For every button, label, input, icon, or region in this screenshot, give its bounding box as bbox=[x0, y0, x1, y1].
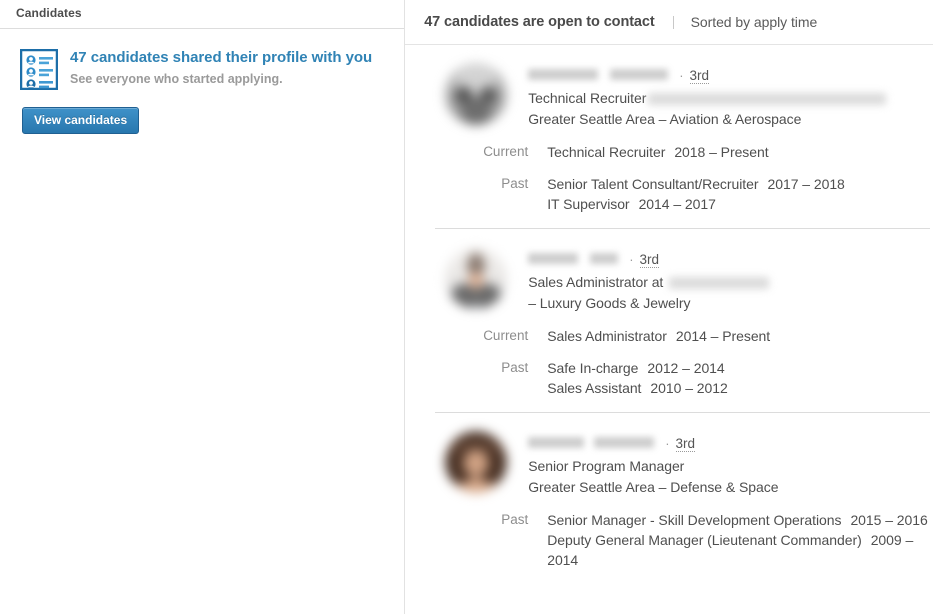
candidate-location: – Luxury Goods & Jewelry bbox=[528, 295, 691, 311]
sort-control[interactable]: Sorted by apply time bbox=[691, 14, 818, 30]
results-header: 47 candidates are open to contact Sorted… bbox=[405, 0, 933, 45]
candidate-identity: · 3rd Senior Program Manager Greater Sea… bbox=[528, 430, 779, 497]
experience-years: 2014 – 2017 bbox=[638, 196, 716, 212]
current-experience-row: Current Sales Administrator 2014 – Presen… bbox=[445, 326, 930, 346]
candidate-headline: Technical Recruiter bbox=[528, 89, 887, 108]
candidates-promo-card: 47 candidates shared their profile with … bbox=[0, 29, 404, 91]
left-panel: Candidates 47 candidates shared their pr… bbox=[0, 0, 406, 614]
candidate-header: · 3rd Technical Recruiter Greater Seattl… bbox=[445, 62, 930, 129]
candidate-list: · 3rd Technical Recruiter Greater Seattl… bbox=[405, 45, 933, 584]
candidate-card[interactable]: · 3rd Sales Administrator at – Luxury Go… bbox=[435, 228, 930, 412]
right-panel: 47 candidates are open to contact Sorted… bbox=[405, 0, 933, 614]
header-divider bbox=[672, 15, 674, 29]
experience-title: Sales Administrator bbox=[547, 328, 667, 344]
candidate-name-redacted[interactable] bbox=[528, 437, 585, 448]
candidate-headline-text: Senior Program Manager bbox=[528, 458, 685, 474]
experience-item: Senior Talent Consultant/Recruiter 2017 –… bbox=[547, 174, 845, 194]
name-degree-separator: · bbox=[665, 436, 670, 451]
experience-title: IT Supervisor bbox=[547, 196, 630, 212]
results-count: 47 candidates are open to contact bbox=[424, 14, 655, 30]
current-label: Current bbox=[483, 144, 529, 159]
candidate-headline: Sales Administrator at bbox=[528, 273, 770, 292]
candidates-page: Candidates 47 candidates shared their pr… bbox=[0, 0, 933, 614]
past-items: Safe In-charge 2012 – 2014 Sales Assistan… bbox=[547, 358, 728, 398]
experience-years: 2014 – Present bbox=[675, 328, 771, 344]
candidate-name-line: · 3rd bbox=[528, 252, 769, 268]
candidate-surname-redacted[interactable] bbox=[594, 437, 655, 448]
past-label: Past bbox=[501, 512, 529, 527]
candidate-card[interactable]: · 3rd Technical Recruiter Greater Seattl… bbox=[435, 45, 930, 228]
experience-block: Current Technical Recruiter 2018 – Presen… bbox=[445, 142, 930, 214]
connection-degree[interactable]: 3rd bbox=[689, 68, 710, 84]
past-experience-row: Past Senior Manager - Skill Development … bbox=[445, 510, 930, 570]
candidate-surname-redacted[interactable] bbox=[590, 253, 619, 264]
experience-title: Sales Assistant bbox=[547, 380, 642, 396]
candidate-company-redacted bbox=[669, 276, 770, 289]
name-degree-separator: · bbox=[679, 68, 684, 83]
experience-years: 2012 – 2014 bbox=[647, 360, 725, 376]
avatar[interactable] bbox=[445, 63, 508, 125]
candidate-name-line: · 3rd bbox=[528, 68, 886, 84]
current-experience-row: Current Technical Recruiter 2018 – Presen… bbox=[445, 142, 930, 162]
connection-degree[interactable]: 3rd bbox=[675, 436, 696, 452]
candidate-name-redacted[interactable] bbox=[528, 253, 579, 264]
promo-title[interactable]: 47 candidates shared their profile with … bbox=[70, 48, 372, 67]
past-items: Senior Manager - Skill Development Opera… bbox=[547, 510, 930, 570]
page-title: Candidates bbox=[16, 6, 82, 20]
experience-block: Past Senior Manager - Skill Development … bbox=[445, 510, 930, 570]
experience-title: Senior Manager - Skill Development Opera… bbox=[547, 512, 842, 528]
candidate-card[interactable]: · 3rd Senior Program Manager Greater Sea… bbox=[435, 412, 930, 584]
candidate-headline-text: Sales Administrator at bbox=[528, 274, 664, 290]
candidate-headline-text: Technical Recruiter bbox=[528, 90, 647, 106]
experience-item: Senior Manager - Skill Development Opera… bbox=[547, 510, 930, 530]
candidate-name-redacted[interactable] bbox=[528, 69, 599, 80]
candidate-headline: Senior Program Manager bbox=[528, 457, 778, 476]
experience-years: 2010 – 2012 bbox=[650, 380, 728, 396]
avatar[interactable] bbox=[445, 431, 508, 493]
connection-degree[interactable]: 3rd bbox=[639, 252, 660, 268]
experience-years: 2017 – 2018 bbox=[767, 176, 845, 192]
experience-title: Deputy General Manager (Lieutenant Comma… bbox=[547, 532, 862, 548]
view-candidates-button[interactable]: View candidates bbox=[22, 107, 140, 134]
experience-item: Sales Assistant 2010 – 2012 bbox=[547, 378, 728, 398]
past-items: Senior Talent Consultant/Recruiter 2017 –… bbox=[547, 174, 845, 214]
experience-years: 2015 – 2016 bbox=[850, 512, 928, 528]
avatar[interactable] bbox=[445, 247, 508, 309]
candidate-location: Greater Seattle Area – Defense & Space bbox=[528, 479, 779, 495]
candidate-location: Greater Seattle Area – Aviation & Aerosp… bbox=[528, 111, 802, 127]
current-items: Technical Recruiter 2018 – Present bbox=[547, 142, 768, 162]
experience-item: Deputy General Manager (Lieutenant Comma… bbox=[547, 530, 930, 570]
candidate-header: · 3rd Senior Program Manager Greater Sea… bbox=[445, 430, 930, 497]
experience-years: 2018 – Present bbox=[674, 144, 769, 160]
name-degree-separator: · bbox=[629, 252, 634, 267]
experience-title: Senior Talent Consultant/Recruiter bbox=[547, 176, 759, 192]
promo-text-block: 47 candidates shared their profile with … bbox=[70, 47, 372, 87]
past-label: Past bbox=[501, 176, 529, 191]
candidate-identity: · 3rd Technical Recruiter Greater Seattl… bbox=[528, 62, 887, 129]
past-label: Past bbox=[501, 360, 529, 375]
candidate-list-icon bbox=[19, 48, 59, 91]
experience-item: IT Supervisor 2014 – 2017 bbox=[547, 194, 845, 214]
candidate-company-redacted bbox=[648, 92, 887, 105]
experience-item: Technical Recruiter 2018 – Present bbox=[547, 142, 768, 162]
current-label: Current bbox=[483, 328, 529, 343]
past-experience-row: Past Senior Talent Consultant/Recruiter 2… bbox=[445, 174, 930, 214]
left-panel-header: Candidates bbox=[0, 0, 405, 29]
experience-item: Sales Administrator 2014 – Present bbox=[547, 326, 770, 346]
experience-title: Technical Recruiter bbox=[547, 144, 666, 160]
experience-block: Current Sales Administrator 2014 – Presen… bbox=[445, 326, 930, 398]
experience-item: Safe In-charge 2012 – 2014 bbox=[547, 358, 728, 378]
promo-subtitle: See everyone who started applying. bbox=[70, 72, 283, 86]
candidate-header: · 3rd Sales Administrator at – Luxury Go… bbox=[445, 246, 930, 313]
candidate-name-line: · 3rd bbox=[528, 436, 778, 452]
current-items: Sales Administrator 2014 – Present bbox=[547, 326, 770, 346]
candidate-identity: · 3rd Sales Administrator at – Luxury Go… bbox=[528, 246, 770, 313]
candidate-surname-redacted[interactable] bbox=[610, 69, 669, 80]
experience-title: Safe In-charge bbox=[547, 360, 639, 376]
past-experience-row: Past Safe In-charge 2012 – 2014 Sales Ass… bbox=[445, 358, 930, 398]
